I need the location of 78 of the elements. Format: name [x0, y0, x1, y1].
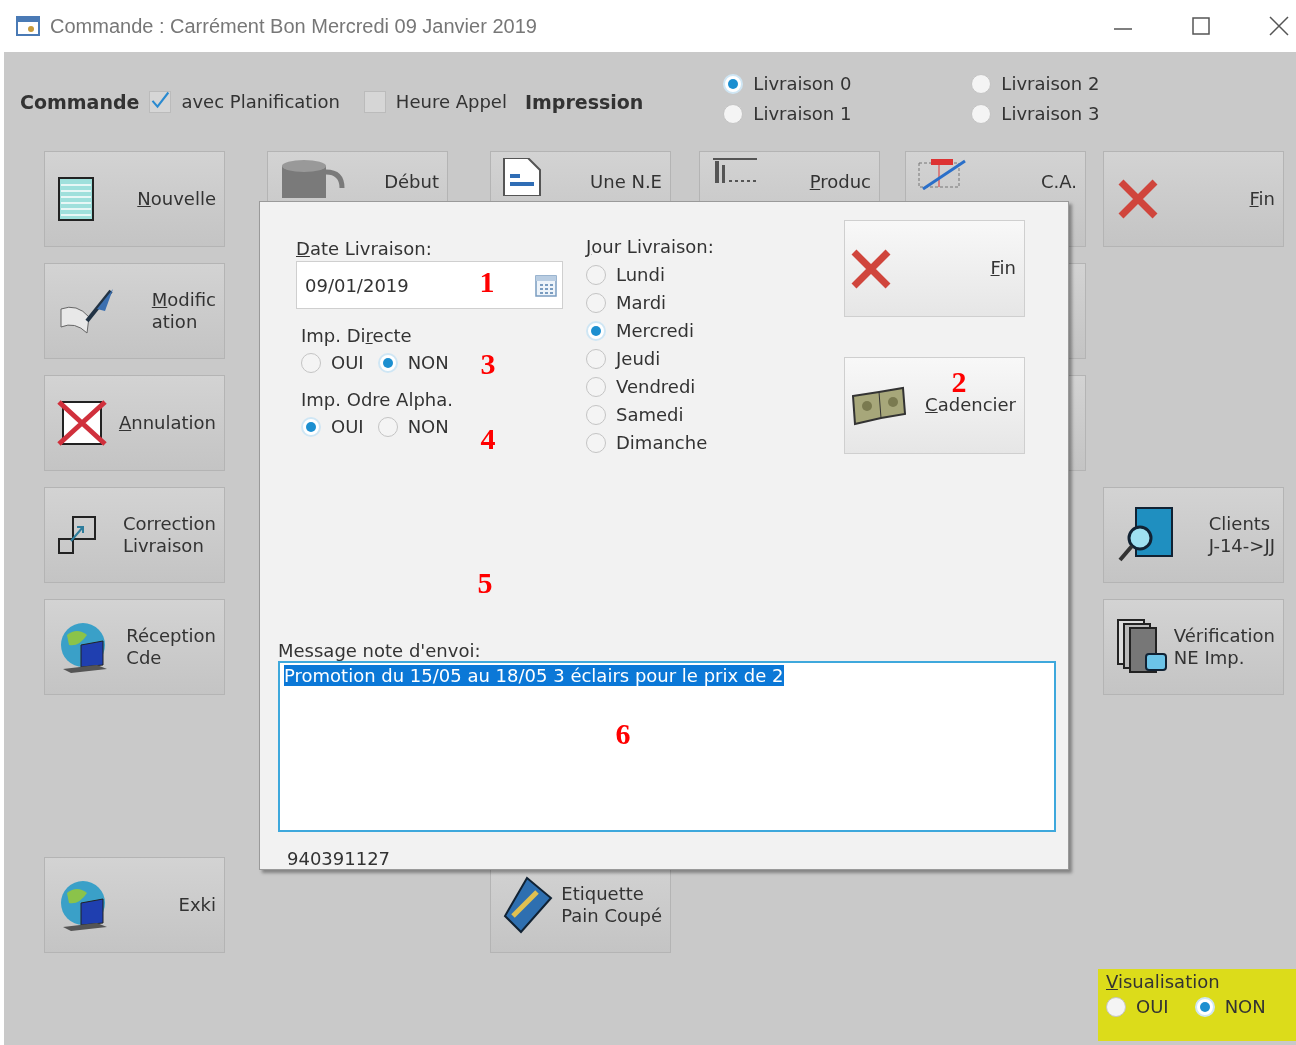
calendar-icon[interactable] — [534, 272, 558, 298]
annotation-number: 5 — [477, 566, 493, 600]
toolbar-button[interactable]: Annulation — [44, 375, 225, 471]
radio-label: Livraison 2 — [1001, 73, 1100, 94]
dialog-button[interactable]: Fin — [844, 220, 1025, 317]
radio-label: Samedi — [616, 404, 684, 425]
radio-button[interactable] — [586, 292, 606, 313]
code-text: 940391127 — [286, 848, 392, 869]
resize-icon — [57, 515, 99, 555]
field-label: Message note d'envoi: — [278, 640, 482, 661]
cancelled-document-icon — [57, 398, 107, 448]
checkbox-label: Heure Appel — [395, 91, 507, 112]
radio-label: OUI — [1136, 996, 1169, 1017]
radio-label: NON — [1224, 996, 1266, 1017]
radio-button[interactable] — [586, 376, 606, 397]
tag-icon — [503, 876, 553, 934]
annotation-number: 3 — [480, 347, 496, 381]
grid-icon — [918, 158, 966, 190]
radio-button[interactable] — [586, 348, 606, 369]
radio-label: Mardi — [616, 292, 667, 313]
radio-button[interactable] — [723, 103, 744, 124]
toolbar-button[interactable]: Modific ation — [44, 263, 225, 359]
annotation-number: 1 — [479, 265, 495, 299]
checkbox[interactable] — [149, 90, 172, 113]
option-label: Imp. Directe — [301, 325, 413, 346]
annotation-number: 6 — [615, 717, 631, 751]
radio-label: Jeudi — [616, 348, 661, 369]
radio-button[interactable] — [586, 432, 606, 453]
radio-button[interactable] — [723, 73, 744, 94]
banknotes-icon — [849, 385, 907, 426]
radio-label: Lundi — [616, 264, 665, 285]
radio-button[interactable] — [586, 320, 606, 341]
radio-label: NON — [407, 416, 449, 437]
toolbar-button[interactable]: Réception Cde — [44, 599, 225, 695]
checkbox-label: avec Planification — [181, 91, 340, 112]
radio-label: Mercredi — [616, 320, 694, 341]
impression-label: Impression — [524, 90, 644, 113]
visualisation-label: Visualisation — [1106, 971, 1221, 992]
list-icon — [57, 176, 95, 222]
radio-button[interactable] — [301, 416, 321, 437]
close-icon — [1116, 177, 1160, 221]
radio-label: Livraison 3 — [1001, 103, 1100, 124]
toolbar-button[interactable]: Correction Livraison — [44, 487, 225, 583]
radio-label: OUI — [331, 352, 364, 373]
radio-button[interactable] — [377, 352, 398, 373]
document-icon — [503, 158, 541, 196]
radio-button[interactable] — [1194, 996, 1215, 1017]
cylinder-icon — [280, 158, 346, 198]
radio-button[interactable] — [1106, 996, 1126, 1017]
close-icon[interactable] — [1268, 15, 1290, 37]
document-search-icon — [1116, 506, 1174, 564]
checkbox[interactable] — [363, 90, 386, 113]
radio-label: OUI — [331, 416, 364, 437]
toolbar-button[interactable]: Exki — [44, 857, 225, 953]
commande-label: Commande — [20, 90, 140, 113]
radio-label: Livraison 0 — [753, 73, 852, 94]
window-title: Commande : Carrément Bon Mercredi 09 Janvier 2019 — [50, 14, 537, 38]
maximize-icon[interactable] — [1190, 15, 1212, 37]
radio-button[interactable] — [971, 103, 992, 124]
annotation-number: 2 — [951, 365, 967, 398]
toolbar-button[interactable]: Clients J-14->JJ — [1103, 487, 1284, 583]
radio-label: NON — [407, 352, 449, 373]
radio-label: Vendredi — [616, 376, 696, 397]
toolbar-button[interactable]: Nouvelle — [44, 151, 225, 247]
printer-documents-icon — [1116, 618, 1168, 676]
radio-label: Dimanche — [616, 432, 708, 453]
radio-button[interactable] — [586, 404, 606, 425]
window-icon — [16, 15, 40, 37]
annotation-number: 4 — [480, 422, 496, 456]
chart-icon — [712, 158, 760, 183]
toolbar-button[interactable]: Vérification NE Imp. — [1103, 599, 1284, 695]
radio-button[interactable] — [586, 264, 606, 285]
radio-button[interactable] — [301, 352, 321, 373]
option-label: Imp. Odre Alpha. — [301, 389, 454, 410]
radio-button[interactable] — [377, 416, 398, 437]
radio-button[interactable] — [971, 73, 992, 94]
toolbar-button[interactable]: Fin — [1103, 151, 1284, 247]
radio-label: Livraison 1 — [753, 103, 852, 124]
